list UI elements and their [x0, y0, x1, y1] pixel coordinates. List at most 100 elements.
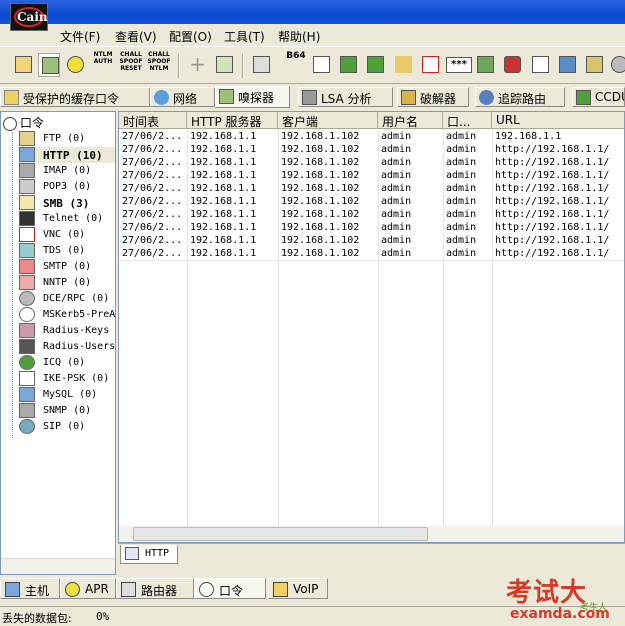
cell-client: 192.168.1.102	[281, 222, 360, 233]
tab-voip[interactable]: VoIP	[268, 578, 328, 599]
smtp-icon	[19, 259, 35, 274]
column-header-http-server[interactable]: HTTP 服务器	[187, 112, 278, 129]
tree-root-passwords[interactable]: 口令	[3, 114, 44, 131]
tab-passwords[interactable]: 口令	[194, 578, 266, 599]
cell-url: http://192.168.1.1/	[495, 170, 610, 181]
cell-timestamp: 27/06/2...	[122, 222, 183, 233]
green-grid-icon	[340, 56, 357, 73]
settings-button[interactable]	[608, 53, 625, 77]
table-row[interactable]: 27/06/2... 192.168.1.1 192.168.1.102 admin a…	[119, 156, 624, 169]
base64-button[interactable]: B64	[283, 51, 309, 61]
radiation-icon	[67, 56, 84, 73]
table-row[interactable]: 27/06/2... 192.168.1.1 192.168.1.102 admin a…	[119, 182, 624, 195]
tab-lsa-secrets[interactable]: LSA 分析	[298, 87, 393, 107]
chall-spoof-ntlm-button[interactable]: CHALL SPOOF NTLM	[146, 51, 172, 72]
http-icon	[19, 147, 35, 162]
ntlm-auth-button[interactable]: NTLM AUTH	[90, 51, 116, 65]
scrollbar-thumb[interactable]	[133, 527, 428, 541]
sniffer-toggle-button[interactable]	[38, 53, 60, 77]
cell-url: http://192.168.1.1/	[495, 144, 610, 155]
ftp-icon	[19, 131, 35, 146]
menu-help[interactable]: 帮助(H)	[278, 28, 320, 45]
router-icon	[121, 582, 136, 597]
cell-client: 192.168.1.102	[281, 209, 360, 220]
wireless-button[interactable]	[337, 53, 359, 77]
network-icon	[559, 56, 576, 73]
menu-tools[interactable]: 工具(T)	[224, 28, 265, 45]
tds-icon	[19, 243, 35, 258]
bug-button[interactable]	[529, 53, 551, 77]
tab-cracker[interactable]: 破解器	[397, 87, 469, 107]
open-folder-button[interactable]	[12, 53, 34, 77]
key-button[interactable]	[392, 53, 414, 77]
tab-routers[interactable]: 路由器	[116, 578, 194, 599]
tab-sniffer[interactable]: 嗅探器	[215, 86, 290, 108]
column-header-password[interactable]: 口...	[443, 112, 492, 129]
table-row[interactable]: 27/06/2... 192.168.1.1 192.168.1.102 admin a…	[119, 195, 624, 208]
tab-hosts[interactable]: 主机	[0, 578, 60, 599]
add-button[interactable]: +	[186, 53, 208, 77]
title-bar[interactable]	[0, 0, 625, 24]
table-row[interactable]: 27/06/2... 192.168.1.1 192.168.1.102 admin a…	[119, 221, 624, 234]
cell-password: admin	[446, 144, 477, 155]
column-header-timestamp[interactable]: 时间表	[119, 112, 187, 129]
globe-icon	[154, 90, 169, 105]
icq-icon	[19, 355, 35, 370]
lost-packets-label: 丢失的数据包:	[2, 612, 72, 625]
tab-apr[interactable]: APR	[60, 578, 116, 599]
http-icon	[125, 547, 139, 560]
tree-item-http[interactable]: HTTP (10)	[19, 147, 115, 163]
key-icon	[4, 90, 19, 105]
protocol-tree[interactable]: 口令 FTP (0) HTTP (10) IMAP (0) POP3 (0) S…	[0, 111, 116, 575]
apr-toggle-button[interactable]	[64, 53, 86, 77]
toolbar: NTLM AUTH CHALL SPOOF RESET CHALL SPOOF …	[0, 46, 625, 84]
menu-view[interactable]: 查看(V)	[115, 28, 157, 45]
table-row[interactable]: 27/06/2... 192.168.1.1 192.168.1.102 admin a…	[119, 169, 624, 182]
tab-ccdu[interactable]: CCDU	[572, 87, 625, 107]
cell-timestamp: 27/06/2...	[122, 248, 183, 259]
watermark-cn: 考试大	[506, 578, 588, 608]
cell-password: admin	[446, 131, 477, 142]
table-row[interactable]: 27/06/2... 192.168.1.1 192.168.1.102 admin a…	[119, 208, 624, 221]
cell-http-server: 192.168.1.1	[190, 131, 257, 142]
table-row[interactable]: 27/06/2... 192.168.1.1 192.168.1.102 admin a…	[119, 234, 624, 247]
subtab-http[interactable]: HTTP	[120, 545, 178, 564]
tab-protected-storage[interactable]: 受保护的缓存口令	[0, 87, 150, 107]
vpn-button[interactable]	[364, 53, 386, 77]
key-icon	[395, 56, 412, 73]
table-row[interactable]: 27/06/2... 192.168.1.1 192.168.1.102 admin a…	[119, 130, 624, 143]
password-stars-button[interactable]: ***	[446, 57, 472, 73]
cell-http-server: 192.168.1.1	[190, 235, 257, 246]
menu-config[interactable]: 配置(O)	[169, 28, 212, 45]
dcerpc-icon	[19, 291, 35, 306]
tree-horizontal-scrollbar[interactable]	[1, 558, 115, 574]
cell-timestamp: 27/06/2...	[122, 157, 183, 168]
table-horizontal-scrollbar[interactable]	[119, 526, 624, 542]
network-tool-button[interactable]	[556, 53, 578, 77]
cell-timestamp: 27/06/2...	[122, 144, 183, 155]
decoder-button[interactable]	[310, 53, 332, 77]
table-row[interactable]: 27/06/2... 192.168.1.1 192.168.1.102 admin a…	[119, 143, 624, 156]
column-header-url[interactable]: URL	[492, 112, 624, 129]
cell-url: http://192.168.1.1/	[495, 157, 610, 168]
cell-username: admin	[381, 170, 412, 181]
rdp-button[interactable]	[419, 53, 441, 77]
hash-calculator-button[interactable]	[250, 53, 272, 77]
tape-button[interactable]	[501, 53, 523, 77]
chall-spoof-reset-button[interactable]: CHALL SPOOF RESET	[118, 51, 144, 72]
cell-client: 192.168.1.102	[281, 131, 360, 142]
cell-url: http://192.168.1.1/	[495, 209, 610, 220]
menu-file[interactable]: 文件(F)	[60, 28, 100, 45]
cell-password: admin	[446, 183, 477, 194]
certificate-button[interactable]	[213, 53, 235, 77]
tab-traceroute[interactable]: 追踪路由	[475, 87, 565, 107]
column-header-username[interactable]: 用户名	[378, 112, 443, 129]
table-row[interactable]: 27/06/2... 192.168.1.1 192.168.1.102 admin a…	[119, 247, 624, 260]
edit-button[interactable]	[583, 53, 605, 77]
tab-network[interactable]: 网络	[150, 87, 215, 107]
host-icon	[5, 582, 20, 597]
cell-client: 192.168.1.102	[281, 144, 360, 155]
radius-users-icon	[19, 339, 35, 354]
column-header-client[interactable]: 客户端	[278, 112, 378, 129]
monitor-button[interactable]	[474, 53, 496, 77]
